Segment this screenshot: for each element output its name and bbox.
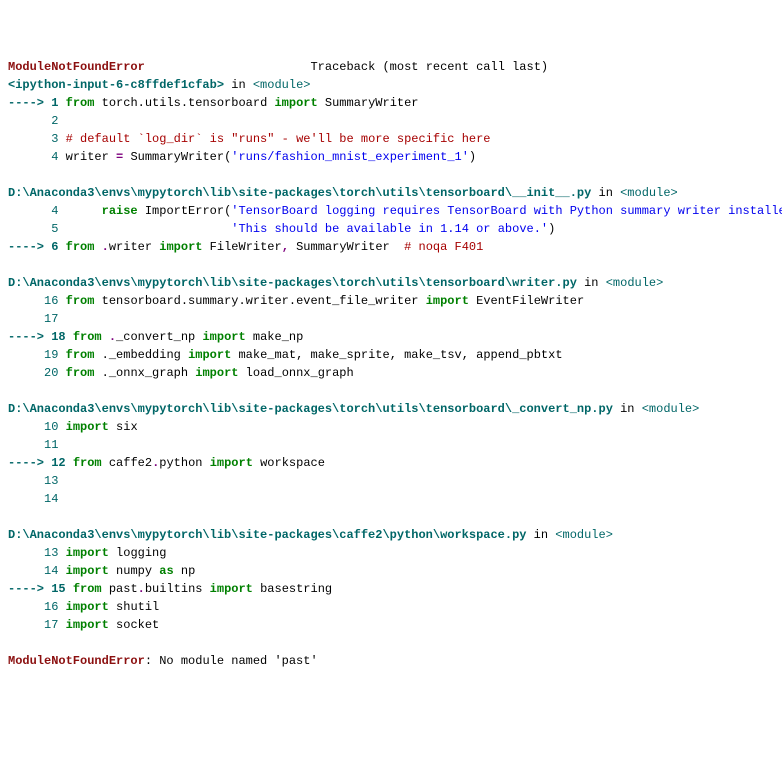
- traceback-header: Traceback (most recent call last): [310, 60, 548, 74]
- frame-module: <module>: [642, 402, 700, 416]
- arrow-icon: ---->: [8, 240, 51, 254]
- lineno: 16: [44, 600, 58, 614]
- arrow-icon: ---->: [8, 582, 51, 596]
- frame-module: <module>: [555, 528, 613, 542]
- lineno: 17: [44, 312, 58, 326]
- frame-path: D:\Anaconda3\envs\mypytorch\lib\site-pac…: [8, 402, 613, 416]
- lineno: 13: [44, 474, 58, 488]
- lineno: 12: [51, 456, 65, 470]
- lineno: 2: [51, 114, 58, 128]
- lineno: 4: [51, 204, 58, 218]
- frame-path: D:\Anaconda3\envs\mypytorch\lib\site-pac…: [8, 276, 577, 290]
- lineno: 18: [51, 330, 65, 344]
- lineno: 1: [51, 96, 58, 110]
- arrow-icon: ---->: [8, 96, 51, 110]
- lineno: 10: [44, 420, 58, 434]
- lineno: 6: [51, 240, 58, 254]
- exception-name: ModuleNotFoundError: [8, 60, 145, 74]
- exception-message: : No module named 'past': [145, 654, 318, 668]
- exception-name: ModuleNotFoundError: [8, 654, 145, 668]
- lineno: 5: [51, 222, 58, 236]
- lineno: 11: [44, 438, 58, 452]
- lineno: 16: [44, 294, 58, 308]
- frame-module: <module>: [606, 276, 664, 290]
- lineno: 15: [51, 582, 65, 596]
- frame-module: <module>: [620, 186, 678, 200]
- lineno: 17: [44, 618, 58, 632]
- comment: # default `log_dir` is "runs" - we'll be…: [66, 132, 491, 146]
- arrow-icon: ---->: [8, 330, 51, 344]
- frame-path: D:\Anaconda3\envs\mypytorch\lib\site-pac…: [8, 528, 526, 542]
- lineno: 14: [44, 492, 58, 506]
- arrow-icon: ---->: [8, 456, 51, 470]
- lineno: 20: [44, 366, 58, 380]
- lineno: 13: [44, 546, 58, 560]
- traceback-output: ModuleNotFoundError Traceback (most rece…: [8, 58, 774, 670]
- lineno: 4: [51, 150, 58, 164]
- lineno: 3: [51, 132, 58, 146]
- lineno: 19: [44, 348, 58, 362]
- frame-location: <ipython-input-6-c8ffdef1cfab>: [8, 78, 224, 92]
- frame-module: <module>: [253, 78, 311, 92]
- frame-path: D:\Anaconda3\envs\mypytorch\lib\site-pac…: [8, 186, 591, 200]
- lineno: 14: [44, 564, 58, 578]
